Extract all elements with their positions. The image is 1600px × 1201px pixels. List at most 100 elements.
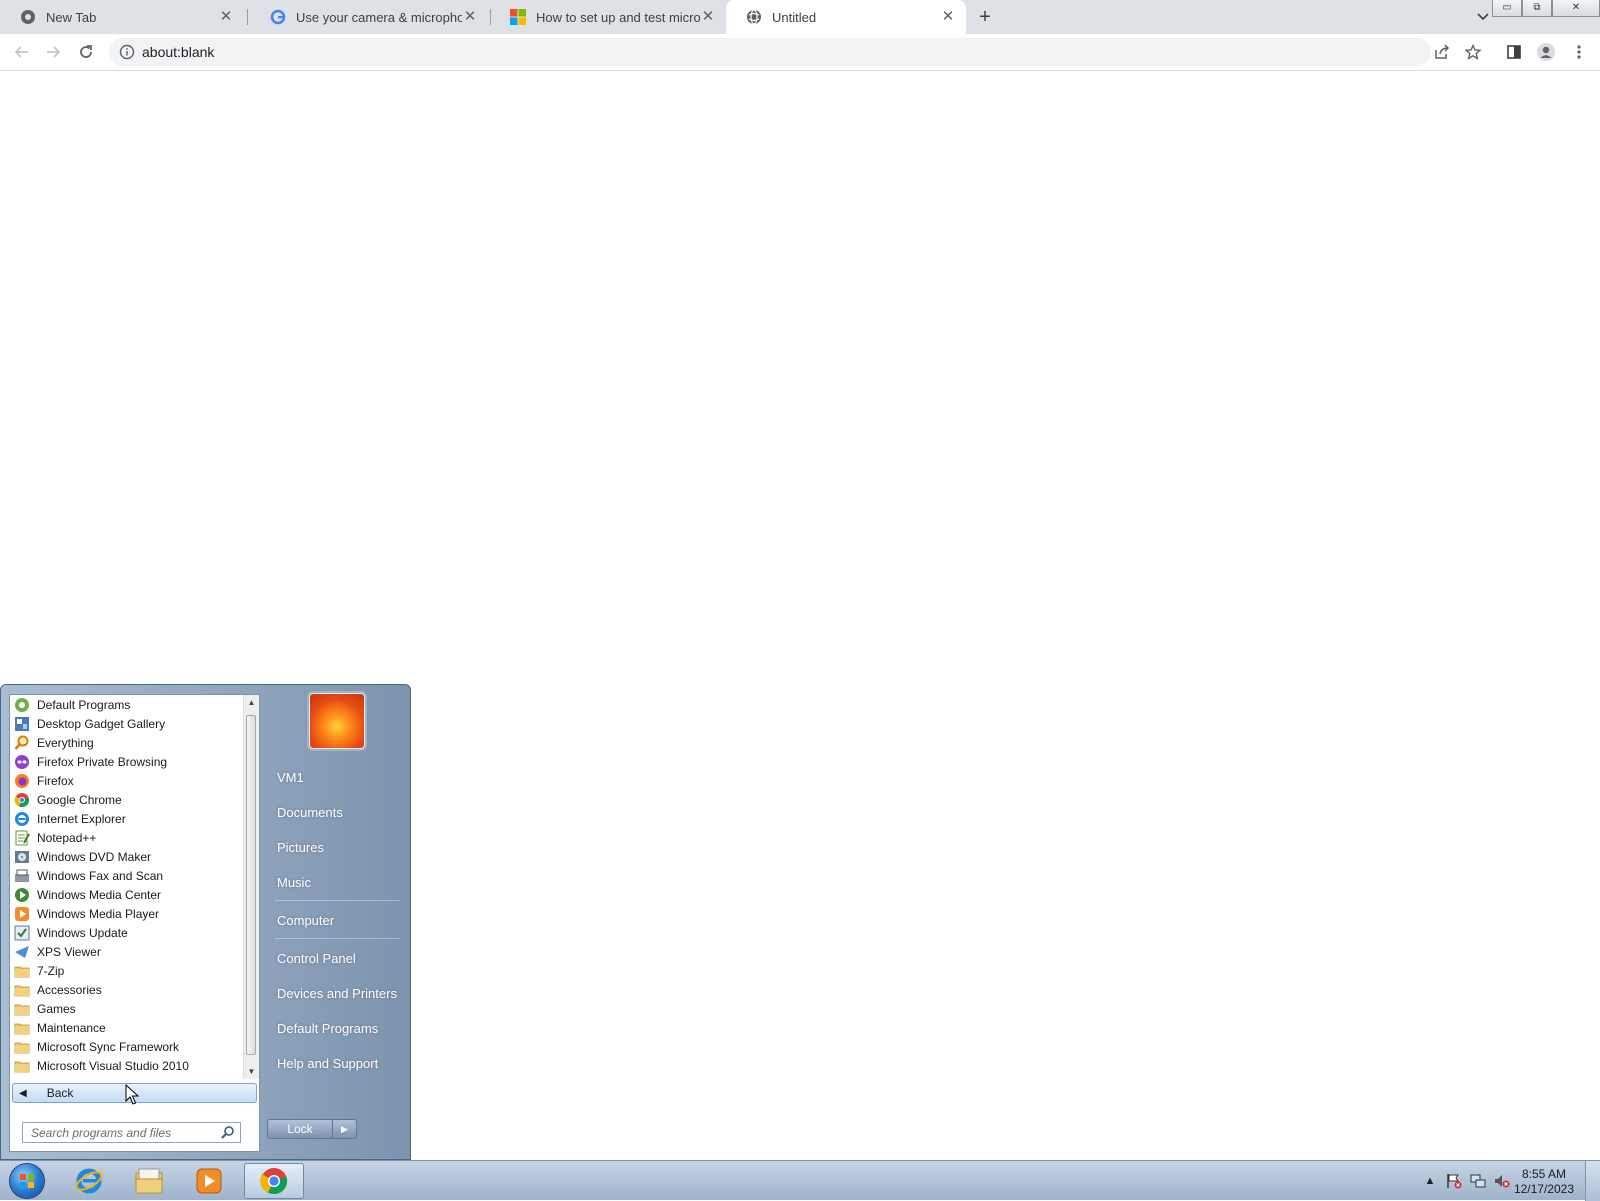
program-label: Windows Fax and Scan xyxy=(37,868,164,883)
search-icon[interactable] xyxy=(221,1125,235,1139)
google-icon xyxy=(270,9,286,25)
firefox-icon xyxy=(14,773,30,789)
program-list-scrollbar[interactable]: ▲ ▼ xyxy=(243,695,259,1079)
browser-toolbar: about:blank xyxy=(0,34,1600,71)
program-label: XPS Viewer xyxy=(37,944,101,959)
profile-avatar-icon[interactable] xyxy=(1534,40,1558,64)
tab-untitled[interactable]: Untitled ✕ xyxy=(726,0,966,34)
program-list: Default Programs Desktop Gadget Gallery Ev… xyxy=(10,695,245,1079)
control-panel-link[interactable]: Control Panel xyxy=(277,951,356,966)
tab-title: How to set up and test micropho xyxy=(536,9,700,25)
documents-link[interactable]: Documents xyxy=(277,805,343,820)
scroll-down-arrow-icon[interactable]: ▼ xyxy=(244,1064,259,1079)
menu-divider xyxy=(275,938,400,939)
help-support-link[interactable]: Help and Support xyxy=(277,1056,378,1071)
minimize-button[interactable]: ▭ xyxy=(1492,0,1522,17)
program-item[interactable]: Firefox Private Browsing xyxy=(10,752,245,771)
close-tab-icon[interactable]: ✕ xyxy=(218,9,234,25)
program-item[interactable]: Windows DVD Maker xyxy=(10,847,245,866)
folder-icon xyxy=(14,1039,30,1055)
close-tab-icon[interactable]: ✕ xyxy=(462,9,478,25)
program-item[interactable]: Microsoft Visual Studio 2010 xyxy=(10,1056,245,1075)
close-window-button[interactable]: ✕ xyxy=(1552,0,1600,17)
gadget-gallery-icon xyxy=(14,716,30,732)
menu-divider xyxy=(275,900,400,901)
media-center-icon xyxy=(14,887,30,903)
tab-new-tab[interactable]: New Tab ✕ xyxy=(0,0,244,34)
close-tab-icon[interactable]: ✕ xyxy=(700,9,716,25)
new-tab-icon[interactable]: + xyxy=(974,6,996,28)
chrome-menu-icon[interactable] xyxy=(1567,40,1591,64)
action-center-flag-icon[interactable] xyxy=(1445,1172,1463,1190)
program-item[interactable]: Games xyxy=(10,999,245,1018)
back-arrow-icon[interactable] xyxy=(10,40,34,64)
share-icon[interactable] xyxy=(1430,40,1454,64)
media-player-icon[interactable] xyxy=(180,1163,238,1199)
program-item[interactable]: Windows Media Center xyxy=(10,885,245,904)
pictures-link[interactable]: Pictures xyxy=(277,840,324,855)
everything-search-icon xyxy=(14,735,30,751)
music-link[interactable]: Music xyxy=(277,875,311,890)
program-item[interactable]: Default Programs xyxy=(10,695,245,714)
start-orb[interactable] xyxy=(0,1163,54,1199)
back-triangle-icon: ◀ xyxy=(19,1087,27,1099)
program-item[interactable]: Microsoft Sync Framework xyxy=(10,1037,245,1056)
program-item[interactable]: XPS Viewer xyxy=(10,942,245,961)
volume-muted-icon[interactable] xyxy=(1493,1172,1511,1190)
chrome-taskbar-icon[interactable] xyxy=(244,1163,304,1199)
info-icon[interactable] xyxy=(119,44,135,60)
address-bar[interactable]: about:blank xyxy=(109,38,1431,66)
program-item[interactable]: Accessories xyxy=(10,980,245,999)
program-label: Notepad++ xyxy=(37,830,97,845)
user-picture-flower[interactable] xyxy=(309,693,365,749)
user-folder-link[interactable]: VM1 xyxy=(277,770,304,785)
program-label: Windows Update xyxy=(37,925,128,940)
program-item[interactable]: Firefox xyxy=(10,771,245,790)
show-hidden-icons-arrow-icon[interactable]: ▲ xyxy=(1421,1172,1439,1190)
program-label: Games xyxy=(37,1001,76,1016)
program-item[interactable]: Google Chrome xyxy=(10,790,245,809)
program-item[interactable]: Internet Explorer xyxy=(10,809,245,828)
reload-icon[interactable] xyxy=(74,40,98,64)
side-panel-icon[interactable] xyxy=(1502,40,1526,64)
program-item[interactable]: Everything xyxy=(10,733,245,752)
clock-time: 8:55 AM xyxy=(1521,1167,1566,1181)
show-desktop-button[interactable] xyxy=(1585,1161,1600,1201)
program-item[interactable]: Windows Fax and Scan xyxy=(10,866,245,885)
tab-title: New Tab xyxy=(46,9,97,25)
search-placeholder: Search programs and files xyxy=(31,1126,172,1140)
program-item[interactable]: Windows Update xyxy=(10,923,245,942)
default-programs-link[interactable]: Default Programs xyxy=(277,1021,378,1036)
computer-link[interactable]: Computer xyxy=(277,913,334,928)
tab-search-chevron-icon[interactable] xyxy=(1472,6,1494,28)
program-label: Windows Media Center xyxy=(37,887,162,902)
lock-button-group: Lock ▶ xyxy=(267,1119,359,1139)
default-programs-icon xyxy=(14,697,30,713)
tab-setup-microphone[interactable]: How to set up and test micropho ✕ xyxy=(490,0,726,34)
bookmark-star-icon[interactable] xyxy=(1461,40,1485,64)
start-menu: Default Programs Desktop Gadget Gallery Ev… xyxy=(0,684,411,1160)
program-item[interactable]: Desktop Gadget Gallery xyxy=(10,714,245,733)
taskbar-clock[interactable]: 8:55 AM 12/17/2023 xyxy=(1514,1167,1574,1197)
shutdown-options-arrow-icon[interactable]: ▶ xyxy=(333,1119,357,1139)
maximize-button[interactable]: ⧉ xyxy=(1522,0,1552,17)
folder-icon xyxy=(14,982,30,998)
program-item[interactable]: Windows Media Player xyxy=(10,904,245,923)
scroll-up-arrow-icon[interactable]: ▲ xyxy=(244,695,259,710)
program-item[interactable]: Maintenance xyxy=(10,1018,245,1037)
internet-explorer-icon[interactable] xyxy=(60,1163,118,1199)
program-label: Windows Media Player xyxy=(37,906,160,921)
program-item[interactable]: Notepad++ xyxy=(10,828,245,847)
tab-camera-microphone[interactable]: Use your camera & microphone ✕ xyxy=(250,0,488,34)
close-tab-icon[interactable]: ✕ xyxy=(940,9,956,25)
program-item[interactable]: 7-Zip xyxy=(10,961,245,980)
lock-button[interactable]: Lock xyxy=(267,1119,333,1139)
search-programs-input[interactable]: Search programs and files xyxy=(22,1122,241,1143)
program-label: 7-Zip xyxy=(37,963,65,978)
scrollbar-thumb[interactable] xyxy=(246,715,256,1055)
forward-arrow-icon[interactable] xyxy=(41,40,65,64)
windows-update-icon xyxy=(14,925,30,941)
network-icon[interactable] xyxy=(1469,1172,1487,1190)
file-explorer-icon[interactable] xyxy=(120,1163,178,1199)
devices-printers-link[interactable]: Devices and Printers xyxy=(277,986,397,1001)
